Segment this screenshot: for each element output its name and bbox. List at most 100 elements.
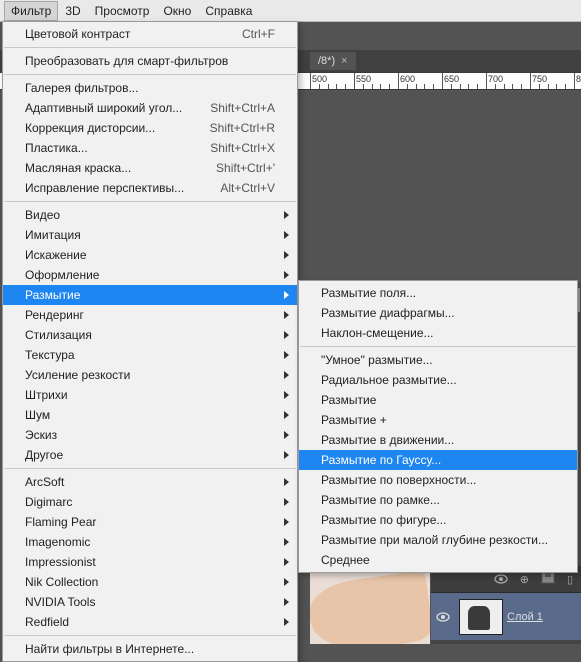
menu-item-label: Digimarc xyxy=(25,495,275,509)
layer-visibility-icon[interactable] xyxy=(431,612,455,622)
filter-menu-item[interactable]: Шум xyxy=(3,405,297,425)
blur-submenu-item[interactable]: Размытие поля... xyxy=(299,283,577,303)
filter-menu-item[interactable]: Redfield xyxy=(3,612,297,632)
menu-item-label: Redfield xyxy=(25,615,275,629)
blur-submenu-item[interactable]: Размытие по поверхности... xyxy=(299,470,577,490)
canvas-image-bottom xyxy=(310,568,430,644)
filter-menu-item[interactable]: Штрихи xyxy=(3,385,297,405)
ruler-label: 650 xyxy=(444,74,459,84)
chevron-right-icon xyxy=(284,411,289,419)
filter-menu-item[interactable]: Эскиз xyxy=(3,425,297,445)
filter-menu-item[interactable]: Стилизация xyxy=(3,325,297,345)
filter-menu-item[interactable]: Видео xyxy=(3,205,297,225)
menubar-item-справка[interactable]: Справка xyxy=(198,1,259,21)
blur-submenu-item[interactable]: Размытие по рамке... xyxy=(299,490,577,510)
filter-menu-item[interactable]: Пластика...Shift+Ctrl+X xyxy=(3,138,297,158)
blur-submenu-item[interactable]: Среднее xyxy=(299,550,577,570)
blur-submenu: Размытие поля... Размытие диафрагмы... Нак… xyxy=(298,280,578,573)
menu-separator xyxy=(4,47,296,48)
menu-separator xyxy=(300,346,576,347)
menu-item-label: Стилизация xyxy=(25,328,275,342)
menu-item-label: Размытие диафрагмы... xyxy=(321,306,555,320)
filter-menu-item[interactable]: Масляная краска...Shift+Ctrl+' xyxy=(3,158,297,178)
filter-menu-item[interactable]: Текстура xyxy=(3,345,297,365)
chevron-right-icon xyxy=(284,478,289,486)
menu-item-shortcut: Ctrl+F xyxy=(242,27,275,41)
filter-menu-item[interactable]: Digimarc xyxy=(3,492,297,512)
filter-menu-item[interactable]: Имитация xyxy=(3,225,297,245)
menu-item-label: ArcSoft xyxy=(25,475,275,489)
menubar-item-3d[interactable]: 3D xyxy=(58,1,87,21)
chevron-right-icon xyxy=(284,431,289,439)
filter-menu-item[interactable]: Адаптивный широкий угол...Shift+Ctrl+A xyxy=(3,98,297,118)
menubar: Фильтр3DПросмотрОкноСправка xyxy=(0,0,581,22)
menu-item-shortcut: Shift+Ctrl+' xyxy=(216,161,275,175)
blur-submenu-item[interactable]: Наклон-смещение... xyxy=(299,323,577,343)
menu-item-label: Эскиз xyxy=(25,428,275,442)
menubar-item-просмотр[interactable]: Просмотр xyxy=(88,1,157,21)
blur-submenu-item[interactable]: Размытие при малой глубине резкости... xyxy=(299,530,577,550)
menu-item-label: Адаптивный широкий угол... xyxy=(25,101,210,115)
blur-submenu-item[interactable]: Размытие по фигуре... xyxy=(299,510,577,530)
filter-menu-item[interactable]: Цветовой контрастCtrl+F xyxy=(3,24,297,44)
layer-thumbnail[interactable] xyxy=(459,599,503,635)
blur-submenu-item[interactable]: Размытие по Гауссу... xyxy=(299,450,577,470)
menu-separator xyxy=(4,468,296,469)
menu-item-label: Nik Collection xyxy=(25,575,275,589)
blur-submenu-item[interactable]: Размытие диафрагмы... xyxy=(299,303,577,323)
menu-separator xyxy=(4,74,296,75)
visibility-icon[interactable] xyxy=(494,574,508,584)
filter-menu-item[interactable]: Imagenomic xyxy=(3,532,297,552)
menu-item-label: Flaming Pear xyxy=(25,515,275,529)
menu-item-label: Радиальное размытие... xyxy=(321,373,555,387)
menubar-item-окно[interactable]: Окно xyxy=(156,1,198,21)
blur-submenu-item[interactable]: Размытие + xyxy=(299,410,577,430)
filter-menu-item[interactable]: Другое xyxy=(3,445,297,465)
menu-item-label: Размытие xyxy=(321,393,555,407)
blur-submenu-item[interactable]: Размытие xyxy=(299,390,577,410)
delete-icon[interactable]: ▯ xyxy=(567,573,573,586)
filter-menu-item[interactable]: Flaming Pear xyxy=(3,512,297,532)
filter-menu-item[interactable]: Усиление резкости xyxy=(3,365,297,385)
filter-menu-item[interactable]: Impressionist xyxy=(3,552,297,572)
menu-separator xyxy=(4,635,296,636)
layer-row[interactable]: Слой 1 xyxy=(431,592,581,640)
filter-menu-item[interactable]: Nik Collection xyxy=(3,572,297,592)
blur-submenu-item[interactable]: Размытие в движении... xyxy=(299,430,577,450)
chevron-right-icon xyxy=(284,578,289,586)
filter-menu-item[interactable]: Размытие xyxy=(3,285,297,305)
save-icon[interactable] xyxy=(541,572,555,587)
menu-item-label: Шум xyxy=(25,408,275,422)
link-icon[interactable]: ⊕ xyxy=(520,573,529,586)
menu-item-label: Размытие по Гауссу... xyxy=(321,453,555,467)
filter-menu-item[interactable]: ArcSoft xyxy=(3,472,297,492)
filter-menu-item[interactable]: Найти фильтры в Интернете... xyxy=(3,639,297,659)
filter-menu-item[interactable]: Исправление перспективы...Alt+Ctrl+V xyxy=(3,178,297,198)
chevron-right-icon xyxy=(284,311,289,319)
chevron-right-icon xyxy=(284,211,289,219)
layer-name[interactable]: Слой 1 xyxy=(507,611,543,623)
chevron-right-icon xyxy=(284,538,289,546)
menu-item-label: Искажение xyxy=(25,248,275,262)
menu-item-label: Размытие по рамке... xyxy=(321,493,555,507)
chevron-right-icon xyxy=(284,391,289,399)
menu-item-label: Размытие при малой глубине резкости... xyxy=(321,533,555,547)
chevron-right-icon xyxy=(284,251,289,259)
chevron-right-icon xyxy=(284,271,289,279)
blur-submenu-item[interactable]: Радиальное размытие... xyxy=(299,370,577,390)
close-icon[interactable]: × xyxy=(341,55,347,67)
filter-menu-item[interactable]: Рендеринг xyxy=(3,305,297,325)
filter-menu-item[interactable]: Галерея фильтров... xyxy=(3,78,297,98)
menubar-item-фильтр[interactable]: Фильтр xyxy=(4,1,58,21)
menu-item-label: Impressionist xyxy=(25,555,275,569)
filter-menu-item[interactable]: Преобразовать для смарт-фильтров xyxy=(3,51,297,71)
filter-menu-item[interactable]: Коррекция дисторсии...Shift+Ctrl+R xyxy=(3,118,297,138)
filter-menu-item[interactable]: NVIDIA Tools xyxy=(3,592,297,612)
ruler-label: 600 xyxy=(400,74,415,84)
blur-submenu-item[interactable]: "Умное" размытие... xyxy=(299,350,577,370)
document-tab[interactable]: /8*) × xyxy=(310,52,356,70)
menu-item-label: Видео xyxy=(25,208,275,222)
filter-menu-item[interactable]: Искажение xyxy=(3,245,297,265)
filter-menu-item[interactable]: Оформление xyxy=(3,265,297,285)
menu-item-label: Коррекция дисторсии... xyxy=(25,121,210,135)
